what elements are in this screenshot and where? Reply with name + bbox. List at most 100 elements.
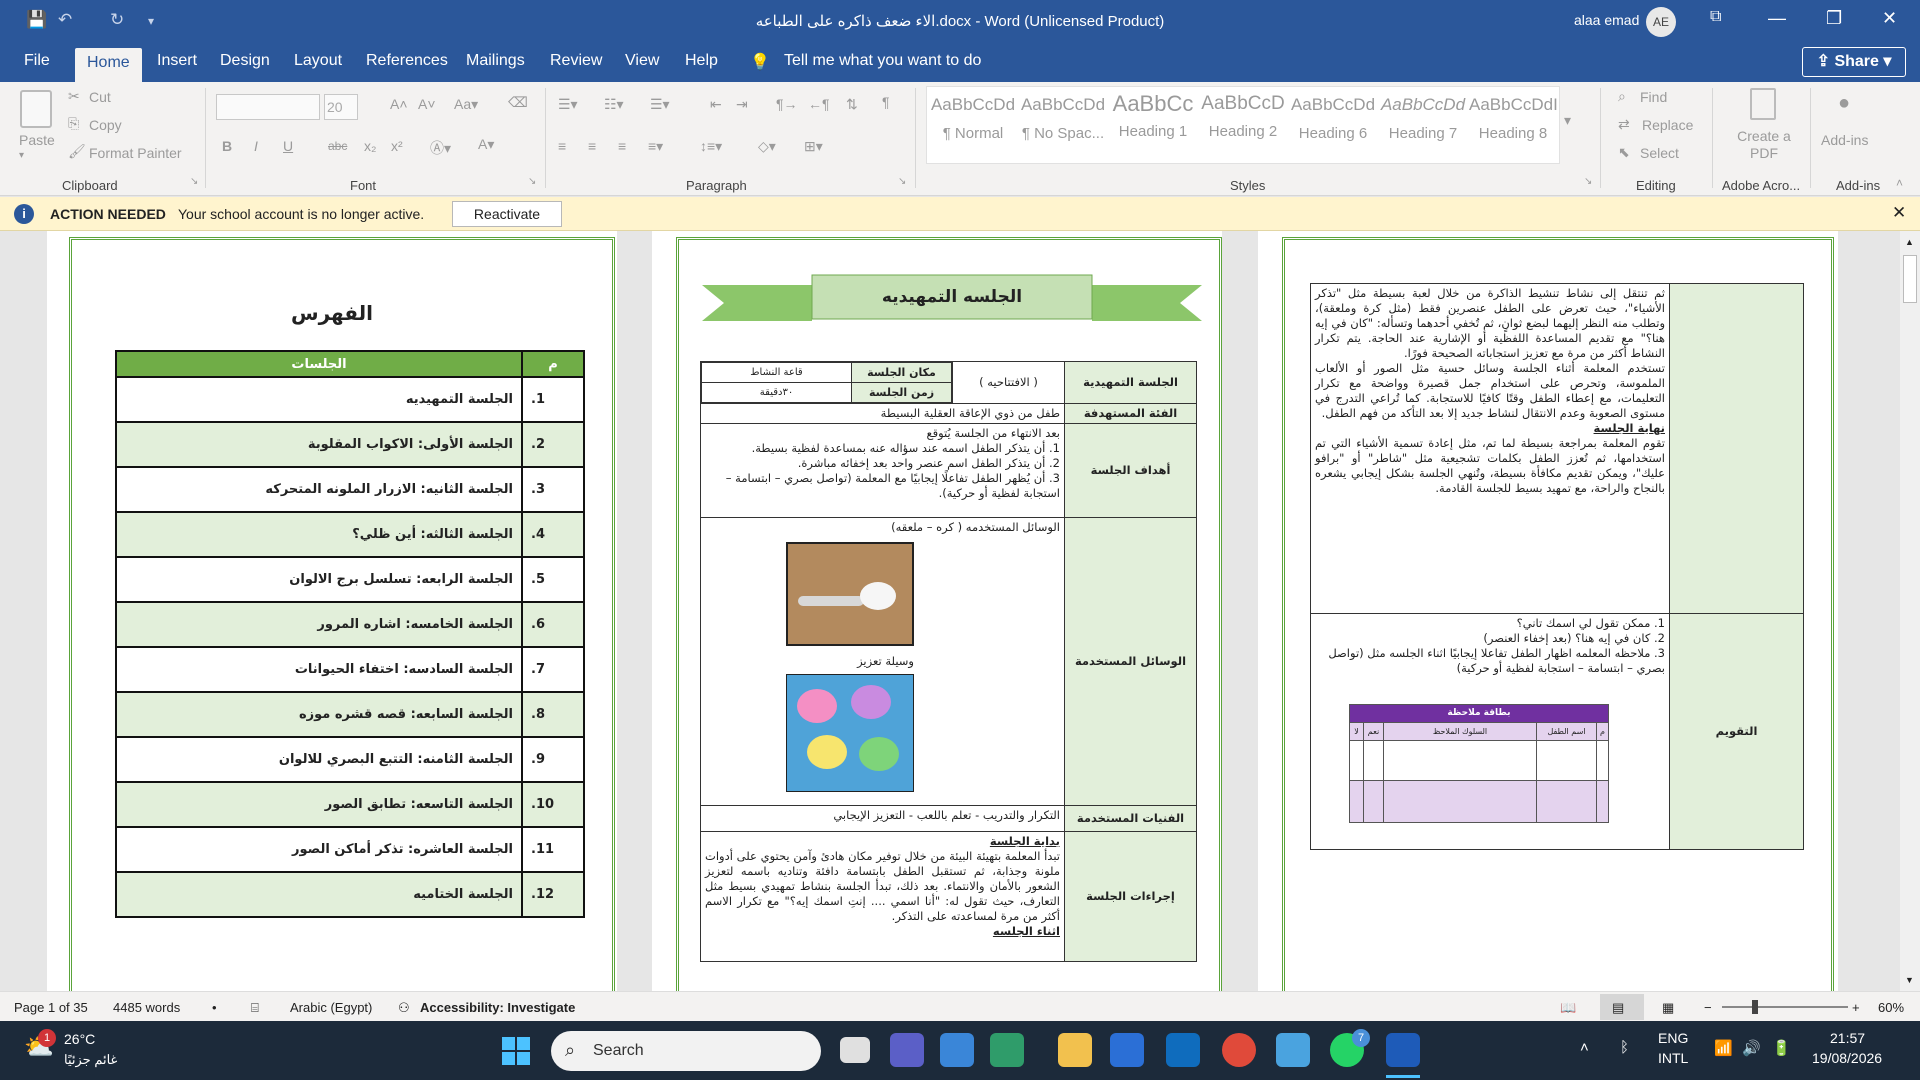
word-count[interactable]: 4485 words: [113, 1000, 180, 1015]
tab-home[interactable]: Home: [75, 48, 142, 82]
wifi-icon[interactable]: 📶: [1714, 1039, 1733, 1057]
replace-button[interactable]: Replace: [1642, 117, 1693, 133]
style-heading-6[interactable]: AaBbCcDd Heading 6: [1289, 95, 1377, 142]
cut-button[interactable]: Cut: [89, 89, 111, 105]
tab-design[interactable]: Design: [220, 52, 270, 70]
proofing-icon[interactable]: •: [212, 1000, 217, 1015]
zoom-in-icon[interactable]: +: [1852, 1000, 1860, 1015]
sort-icon[interactable]: ⇅: [846, 96, 858, 113]
style-heading-7[interactable]: AaBbCcDd Heading 7: [1379, 95, 1467, 142]
borders-icon[interactable]: ⊞▾: [804, 138, 823, 155]
vertical-scrollbar[interactable]: ▲ ▼: [1900, 231, 1920, 991]
outlook-icon[interactable]: [1166, 1033, 1200, 1067]
tab-help[interactable]: Help: [685, 52, 718, 70]
input-lang-2[interactable]: INTL: [1658, 1050, 1688, 1066]
superscript-button[interactable]: x²: [391, 138, 403, 154]
file-explorer-icon[interactable]: [1058, 1033, 1092, 1067]
font-launcher-icon[interactable]: ↘: [528, 176, 536, 187]
zoom-thumb[interactable]: [1752, 1000, 1758, 1014]
italic-button[interactable]: I: [254, 138, 258, 154]
justify-icon[interactable]: ≡▾: [648, 138, 663, 155]
weather-temp[interactable]: 26°C: [64, 1031, 95, 1047]
copy-button[interactable]: Copy: [89, 117, 122, 133]
style-heading-8[interactable]: AaBbCcDdI Heading 8: [1469, 95, 1558, 142]
collapse-ribbon-icon[interactable]: ˄: [1896, 176, 1903, 190]
input-lang-1[interactable]: ENG: [1658, 1030, 1688, 1046]
decrease-indent-icon[interactable]: ⇤: [710, 96, 722, 113]
subscript-button[interactable]: x₂: [364, 138, 376, 154]
style-heading-1[interactable]: AaBbCc Heading 1: [1109, 91, 1197, 140]
maximize-icon[interactable]: ❐: [1826, 8, 1842, 29]
create-pdf-button[interactable]: Create a PDF: [1722, 128, 1806, 162]
shrink-font-icon[interactable]: A˅: [418, 96, 436, 112]
page-count[interactable]: Page 1 of 35: [14, 1000, 88, 1015]
paste-button[interactable]: Paste: [19, 132, 55, 148]
addins-button[interactable]: Add-ins: [1821, 132, 1868, 148]
grow-font-icon[interactable]: A˄: [390, 96, 408, 112]
scroll-thumb[interactable]: [1903, 255, 1917, 303]
find-button[interactable]: Find: [1640, 89, 1667, 105]
close-icon[interactable]: ✕: [1882, 8, 1897, 29]
multilevel-list-icon[interactable]: ☰▾: [650, 96, 670, 113]
style-heading-2[interactable]: AaBbCcD Heading 2: [1199, 93, 1287, 140]
select-button[interactable]: Select: [1640, 145, 1679, 161]
style-normal[interactable]: AaBbCcDd ¶ Normal: [929, 95, 1017, 142]
tab-mailings[interactable]: Mailings: [466, 52, 525, 70]
change-case-icon[interactable]: Aa▾: [454, 96, 478, 113]
text-effects-icon[interactable]: Ⓐ▾: [430, 138, 451, 158]
teams-icon[interactable]: [890, 1033, 924, 1067]
align-center-icon[interactable]: ≡: [588, 138, 596, 154]
taskbar-search[interactable]: ⌕ Search: [551, 1031, 821, 1071]
strikethrough-button[interactable]: abc: [328, 139, 347, 153]
bluetooth-icon[interactable]: ᛒ: [1620, 1039, 1629, 1056]
user-name[interactable]: alaa emad: [1574, 12, 1639, 28]
paragraph-launcher-icon[interactable]: ↘: [898, 176, 906, 187]
accessibility-status[interactable]: Accessibility: Investigate: [420, 1000, 575, 1015]
tab-references[interactable]: References: [366, 52, 448, 70]
line-spacing-icon[interactable]: ↕≡▾: [700, 138, 722, 155]
chrome-icon[interactable]: [1222, 1033, 1256, 1067]
numbering-icon[interactable]: ☷▾: [604, 96, 624, 113]
store-icon[interactable]: [1110, 1033, 1144, 1067]
avatar[interactable]: AE: [1646, 7, 1676, 37]
close-notice-icon[interactable]: ✕: [1892, 203, 1906, 223]
styles-launcher-icon[interactable]: ↘: [1584, 176, 1592, 187]
document-area[interactable]: الفهرس م الجلسات 1. الجلسة التمهيديه 2. الج…: [0, 231, 1900, 991]
zoom-out-icon[interactable]: −: [1704, 1000, 1712, 1015]
font-name-input[interactable]: [216, 94, 320, 120]
language[interactable]: Arabic (Egypt): [290, 1000, 372, 1015]
tab-layout[interactable]: Layout: [294, 52, 342, 70]
tab-view[interactable]: View: [625, 52, 659, 70]
paste-dropdown-icon[interactable]: ▾: [19, 150, 24, 161]
copilot-icon[interactable]: [940, 1033, 974, 1067]
weather-desc[interactable]: غائم جزئيًا: [64, 1052, 117, 1068]
clock-time[interactable]: 21:57: [1830, 1030, 1865, 1046]
rtl-icon[interactable]: ←¶: [808, 96, 830, 112]
font-size-input[interactable]: 20: [324, 94, 358, 120]
scroll-up-icon[interactable]: ▲: [1905, 237, 1914, 247]
tab-file[interactable]: File: [24, 52, 50, 70]
bold-button[interactable]: B: [222, 138, 232, 154]
word-taskbar-icon[interactable]: [1386, 1033, 1420, 1067]
minimize-icon[interactable]: —: [1768, 8, 1786, 29]
styles-more-icon[interactable]: ▾: [1564, 112, 1571, 129]
show-hidden-icons[interactable]: ˄: [1580, 1039, 1589, 1056]
start-icon[interactable]: [502, 1037, 530, 1065]
zoom-slider[interactable]: [1722, 1006, 1848, 1008]
shading-icon[interactable]: ◇▾: [758, 138, 776, 155]
align-right-icon[interactable]: ≡: [618, 138, 626, 154]
paste-icon[interactable]: [20, 90, 52, 128]
lightbulb-icon[interactable]: 💡: [750, 52, 770, 72]
clipboard-launcher-icon[interactable]: ↘: [190, 176, 198, 187]
task-view-icon[interactable]: [840, 1037, 870, 1063]
tab-insert[interactable]: Insert: [157, 52, 197, 70]
track-changes-icon[interactable]: ⌸: [251, 1000, 259, 1016]
align-left-icon[interactable]: ≡: [558, 138, 566, 154]
show-marks-icon[interactable]: ¶: [882, 94, 890, 110]
format-painter-button[interactable]: Format Painter: [89, 145, 182, 161]
battery-icon[interactable]: 🔋: [1772, 1039, 1791, 1057]
clock-date[interactable]: 19/08/2026: [1812, 1050, 1882, 1066]
zoom-level[interactable]: 60%: [1878, 1000, 1904, 1015]
scroll-down-icon[interactable]: ▼: [1905, 975, 1914, 985]
underline-button[interactable]: U: [283, 138, 293, 154]
